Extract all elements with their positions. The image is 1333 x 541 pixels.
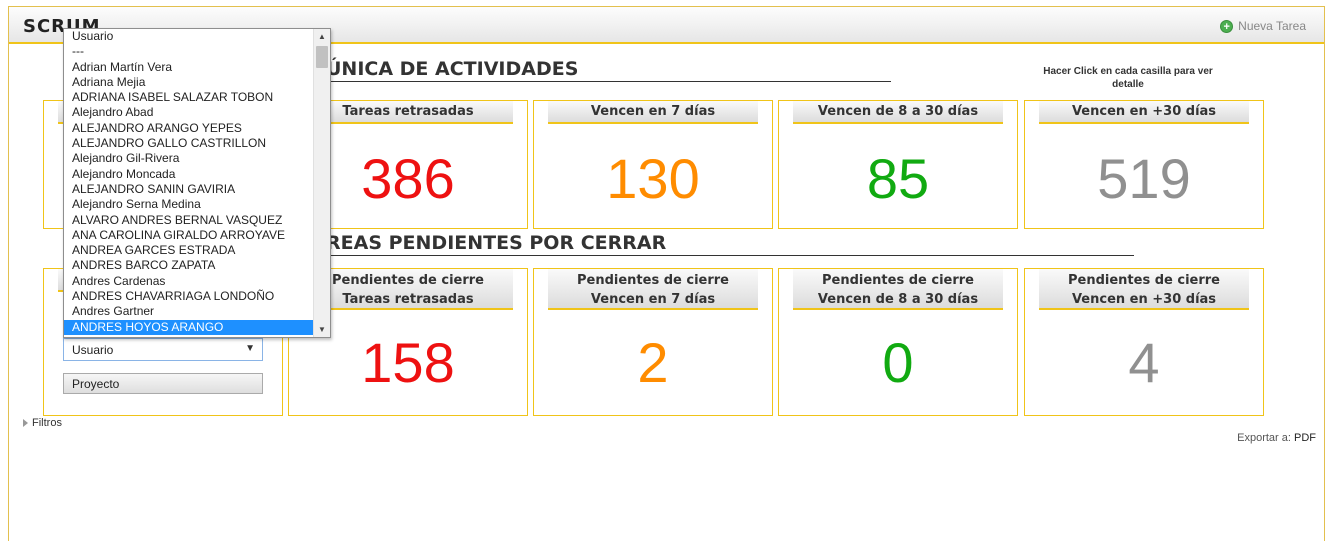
click-hint: Hacer Click en cada casilla para ver det… [1043, 66, 1213, 90]
dropdown-option[interactable]: Alejandro Gil-Rivera [64, 151, 314, 166]
dropdown-option[interactable]: Andres Cardenas [64, 274, 314, 289]
export-area: Exportar a: PDF [1237, 432, 1316, 444]
export-pdf-link[interactable]: PDF [1294, 432, 1316, 444]
card-label-line1: Pendientes de cierre [577, 273, 729, 288]
new-task-label: Nueva Tarea [1238, 19, 1306, 33]
scroll-down-icon[interactable]: ▼ [314, 322, 330, 337]
card-label: Vencen de 8 a 30 días [793, 101, 1003, 124]
card-label: Tareas retrasadas [303, 101, 513, 124]
user-select[interactable]: Usuario ▼ [63, 338, 263, 361]
card-pending-7-days[interactable]: Pendientes de cierre Vencen en 7 días 2 [533, 268, 773, 416]
dropdown-scrollbar[interactable]: ▲ ▼ [313, 29, 330, 337]
new-task-button[interactable]: + Nueva Tarea [1220, 19, 1306, 33]
dropdown-option[interactable]: Adrian Martín Vera [64, 60, 314, 75]
card-pending-30-plus-days[interactable]: Pendientes de cierre Vencen en +30 días … [1024, 268, 1264, 416]
card-due-30-plus-days[interactable]: Vencen en +30 días 519 [1024, 100, 1264, 229]
card-label: Pendientes de cierre Vencen en +30 días [1039, 269, 1249, 310]
scroll-up-icon[interactable]: ▲ [314, 29, 330, 44]
project-button[interactable]: Proyecto [63, 373, 263, 394]
card-label-line2: Tareas retrasadas [342, 292, 474, 307]
filters-toggle[interactable]: Filtros [23, 417, 62, 429]
card-value: 85 [866, 147, 930, 210]
plus-icon: + [1220, 19, 1234, 33]
card-label: Pendientes de cierre Vencen de 8 a 30 dí… [793, 269, 1003, 310]
card-label: Pendientes de cierre Tareas retrasadas [303, 269, 513, 310]
dropdown-option[interactable]: Alejandro Moncada [64, 167, 314, 182]
card-label-line2: Vencen en 7 días [590, 292, 716, 307]
dropdown-option[interactable]: ANDRES HOYOS ARANGO [64, 319, 314, 335]
card-label-line2: Vencen en +30 días [1071, 292, 1217, 307]
dropdown-option[interactable]: Usuario [64, 29, 314, 44]
dropdown-option[interactable]: ALVARO ANDRES BERNAL VASQUEZ [64, 213, 314, 228]
dropdown-option[interactable]: ANA CAROLINA GIRALDO ARROYAVE [64, 228, 314, 243]
card-value: 0 [882, 331, 914, 394]
scrollbar-thumb[interactable] [316, 46, 328, 68]
filters-label: Filtros [32, 417, 62, 429]
dropdown-option[interactable]: Adriana Mejia [64, 75, 314, 90]
triangle-right-icon [23, 419, 28, 427]
dropdown-option[interactable]: Alejandro Abad [64, 105, 314, 120]
card-due-8-30-days[interactable]: Vencen de 8 a 30 días 85 [778, 100, 1018, 229]
card-value: 2 [637, 331, 669, 394]
card-value: 130 [606, 147, 700, 210]
card-value: 4 [1128, 331, 1160, 394]
user-dropdown-list[interactable]: Usuario --- Adrian Martín Vera Adriana Meji… [63, 28, 331, 338]
dropdown-option[interactable]: --- [64, 44, 314, 59]
dropdown-option[interactable]: Andres Gartner [64, 304, 314, 319]
export-label: Exportar a: [1237, 432, 1291, 444]
dropdown-option[interactable]: ALEJANDRO SANIN GAVIRIA [64, 182, 314, 197]
card-value: 519 [1097, 147, 1191, 210]
card-label-line2: Vencen de 8 a 30 días [817, 292, 979, 307]
dropdown-option[interactable]: ANDRES CHAVARRIAGA LONDOÑO [64, 289, 314, 304]
card-value: 158 [361, 331, 455, 394]
card-label: Vencen en +30 días [1039, 101, 1249, 124]
dropdown-option[interactable]: ANDREA GARCES ESTRADA [64, 243, 314, 258]
card-due-7-days[interactable]: Vencen en 7 días 130 [533, 100, 773, 229]
card-label: Vencen en 7 días [548, 101, 758, 124]
card-label: Pendientes de cierre Vencen en 7 días [548, 269, 758, 310]
dropdown-options: Usuario --- Adrian Martín Vera Adriana Meji… [64, 29, 314, 335]
card-label-line1: Pendientes de cierre [822, 273, 974, 288]
card-pending-8-30-days[interactable]: Pendientes de cierre Vencen de 8 a 30 dí… [778, 268, 1018, 416]
pending-section-title: REAS PENDIENTES POR CERRAR [326, 232, 1134, 256]
card-label-line1: Pendientes de cierre [1068, 273, 1220, 288]
dropdown-option[interactable]: ADRIANA ISABEL SALAZAR TOBON [64, 90, 314, 105]
dropdown-option[interactable]: Alejandro Serna Medina [64, 197, 314, 212]
activities-section-title: ÚNICA DE ACTIVIDADES [326, 58, 891, 82]
chevron-down-icon: ▼ [245, 343, 255, 354]
user-select-value: Usuario [72, 343, 114, 357]
dropdown-option[interactable]: ANDRES BARCO ZAPATA [64, 258, 314, 273]
dropdown-option[interactable]: ALEJANDRO GALLO CASTRILLON [64, 136, 314, 151]
dropdown-option[interactable]: ALEJANDRO ARANGO YEPES [64, 121, 314, 136]
card-label-line1: Pendientes de cierre [332, 273, 484, 288]
